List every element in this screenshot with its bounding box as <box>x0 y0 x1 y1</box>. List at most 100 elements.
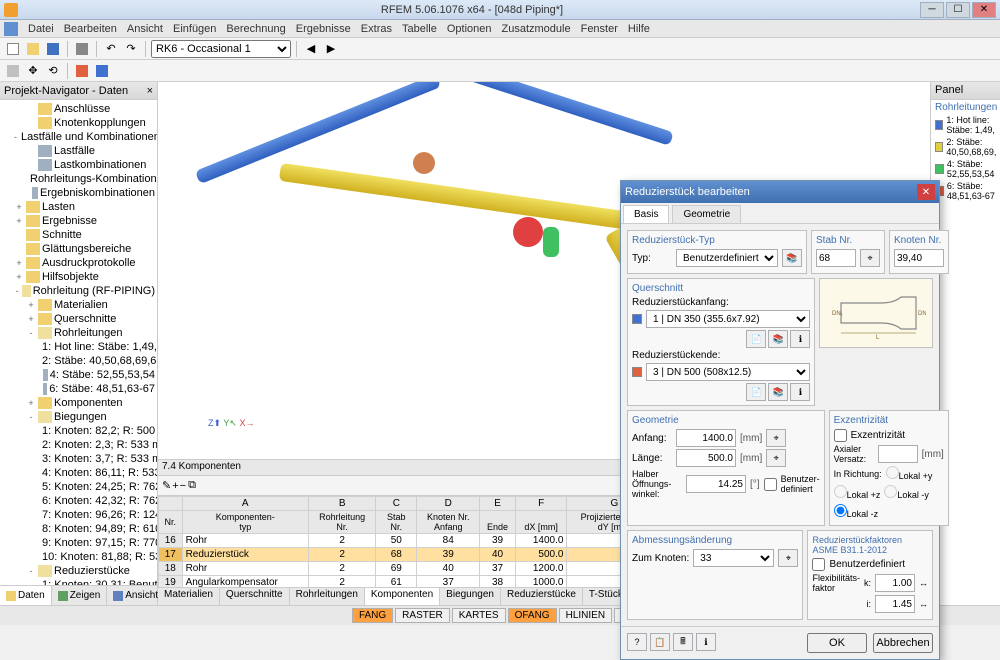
table-tab[interactable]: Biegungen <box>440 588 501 605</box>
menu-tabelle[interactable]: Tabelle <box>402 23 437 35</box>
tree-item[interactable]: 8: Knoten: 94,89; R: 610 m <box>2 522 155 536</box>
nav-tab-zeigen[interactable]: Zeigen <box>52 586 108 605</box>
tb-select[interactable] <box>4 62 22 80</box>
tree-item[interactable]: Anschlüsse <box>2 102 155 116</box>
stab-pick-button[interactable]: ⌖ <box>860 249 880 267</box>
status-hlinien[interactable]: HLINIEN <box>559 608 612 623</box>
legend-item[interactable]: 6: Stäbe: 48,51,63-67 <box>935 181 996 201</box>
nav-tab-daten[interactable]: Daten <box>0 586 52 605</box>
tb-next[interactable]: ▶ <box>322 40 340 58</box>
winkel-user-cb[interactable] <box>764 478 777 491</box>
tree-item[interactable]: Schnitte <box>2 228 155 242</box>
tree-item[interactable]: 2: Stäbe: 40,50,68,69,61,62 <box>2 354 155 368</box>
tb-rotate[interactable]: ⟲ <box>44 62 62 80</box>
status-ofang[interactable]: OFANG <box>508 608 557 623</box>
tree-item[interactable]: 6: Knoten: 42,32; R: 762 m <box>2 494 155 508</box>
maximize-button[interactable]: ☐ <box>946 2 970 18</box>
anfang-input[interactable] <box>676 429 736 447</box>
cs-end-new[interactable]: 📄 <box>746 383 766 401</box>
tree-item[interactable]: Lastkombinationen <box>2 158 155 172</box>
tb-print[interactable] <box>73 40 91 58</box>
cs-start-select[interactable]: 1 | DN 350 (355.6x7.92) <box>646 310 810 328</box>
tree-item[interactable]: 9: Knoten: 97,15; R: 770 m <box>2 536 155 550</box>
tb-prev[interactable]: ◀ <box>302 40 320 58</box>
tree-item[interactable]: Lastfälle <box>2 144 155 158</box>
minimize-button[interactable]: ─ <box>920 2 944 18</box>
tb-member[interactable] <box>93 62 111 80</box>
tree-item[interactable]: 4: Stäbe: 52,55,53,54 <box>2 368 155 382</box>
tree-item[interactable]: +Querschnitte <box>2 312 155 326</box>
tb-node[interactable] <box>73 62 91 80</box>
tb-undo[interactable]: ↶ <box>102 40 120 58</box>
r-mz[interactable] <box>834 504 847 517</box>
lange-pick[interactable]: ⌖ <box>766 449 786 467</box>
tree-item[interactable]: Rohrleitungs-Kombinationen <box>2 172 155 186</box>
tree-item[interactable]: 10: Knoten: 81,88; R: 533 m <box>2 550 155 564</box>
typ-lib-button[interactable]: 📚 <box>782 249 802 267</box>
tree-item[interactable]: 3: Knoten: 3,7; R: 533 mm <box>2 452 155 466</box>
dlg-report-button[interactable]: 📋 <box>650 633 670 651</box>
menu-hilfe[interactable]: Hilfe <box>628 23 650 35</box>
menu-berechnung[interactable]: Berechnung <box>226 23 285 35</box>
menu-ansicht[interactable]: Ansicht <box>127 23 163 35</box>
tree-item[interactable]: +Lasten <box>2 200 155 214</box>
tree-item[interactable]: Glättungsbereiche <box>2 242 155 256</box>
status-raster[interactable]: RASTER <box>395 608 450 623</box>
menu-fenster[interactable]: Fenster <box>581 23 618 35</box>
dlg-calc-button[interactable]: 🖩 <box>673 633 693 651</box>
zumknoten-pick[interactable]: ⌖ <box>778 549 798 567</box>
cs-end-lib[interactable]: 📚 <box>768 383 788 401</box>
tree-item[interactable]: +Ergebnisse <box>2 214 155 228</box>
cancel-button[interactable]: Abbrechen <box>873 633 933 653</box>
tree-item[interactable]: -Biegungen <box>2 410 155 424</box>
lange-input[interactable] <box>676 449 736 467</box>
tree-item[interactable]: 1: Hot line: Stäbe: 1,49,14, <box>2 340 155 354</box>
winkel-input[interactable] <box>686 475 746 493</box>
table-tab[interactable]: Komponenten <box>365 588 440 605</box>
dlg-help-button[interactable]: ? <box>627 633 647 651</box>
tree-item[interactable]: 2: Knoten: 2,3; R: 533 mm <box>2 438 155 452</box>
tree-item[interactable]: -Rohrleitungen <box>2 326 155 340</box>
status-fang[interactable]: FANG <box>352 608 393 623</box>
legend-item[interactable]: 4: Stäbe: 52,55,53,54 <box>935 159 996 179</box>
tree-item[interactable]: +Hilfsobjekte <box>2 270 155 284</box>
anfang-pick[interactable]: ⌖ <box>766 429 786 447</box>
tb-save[interactable] <box>44 40 62 58</box>
fakt-cb[interactable] <box>812 558 825 571</box>
r-py[interactable] <box>886 466 899 479</box>
dialog-close-button[interactable]: ✕ <box>917 184 935 200</box>
cs-end-select[interactable]: 3 | DN 500 (508x12.5) <box>646 363 810 381</box>
zumknoten-select[interactable]: 33 <box>693 549 774 567</box>
tt-edit[interactable]: ✎ <box>162 479 171 492</box>
r-my[interactable] <box>884 485 897 498</box>
tree-item[interactable]: 4: Knoten: 86,11; R: 533 mm <box>2 466 155 480</box>
tree-item[interactable]: +Materialien <box>2 298 155 312</box>
legend-item[interactable]: 2: Stäbe: 40,50,68,69,6 <box>935 137 996 157</box>
table-tab[interactable]: Rohrleitungen <box>290 588 365 605</box>
tree-item[interactable]: 1: Knoten: 82,2; R: 500 mm <box>2 424 155 438</box>
cs-end-info[interactable]: ℹ <box>790 383 810 401</box>
k-input[interactable] <box>875 574 915 592</box>
menu-extras[interactable]: Extras <box>361 23 392 35</box>
tb-move[interactable]: ✥ <box>24 62 42 80</box>
tree-item[interactable]: Knotenkopplungen <box>2 116 155 130</box>
tree-item[interactable]: 5: Knoten: 24,25; R: 762 m <box>2 480 155 494</box>
cs-start-lib[interactable]: 📚 <box>768 330 788 348</box>
tt-copy[interactable]: ⧉ <box>188 479 196 492</box>
cs-start-info[interactable]: ℹ <box>790 330 810 348</box>
tree-item[interactable]: -Rohrleitung (RF-PIPING) <box>2 284 155 298</box>
menu-bearbeiten[interactable]: Bearbeiten <box>64 23 117 35</box>
axial-input[interactable] <box>878 445 918 463</box>
menu-ergebnisse[interactable]: Ergebnisse <box>296 23 351 35</box>
legend-item[interactable]: 1: Hot line: Stäbe: 1,49, <box>935 115 996 135</box>
typ-select[interactable]: Benutzerdefiniert <box>676 249 778 267</box>
stab-input[interactable] <box>816 249 856 267</box>
ok-button[interactable]: OK <box>807 633 867 653</box>
close-button[interactable]: ✕ <box>972 2 996 18</box>
menu-einfuegen[interactable]: Einfügen <box>173 23 216 35</box>
navigator-tree[interactable]: AnschlüsseKnotenkopplungen-Lastfälle und… <box>0 100 157 585</box>
tt-add[interactable]: + <box>172 480 178 492</box>
navigator-close-icon[interactable]: × <box>147 85 153 97</box>
tb-redo[interactable]: ↷ <box>122 40 140 58</box>
tree-item[interactable]: +Komponenten <box>2 396 155 410</box>
